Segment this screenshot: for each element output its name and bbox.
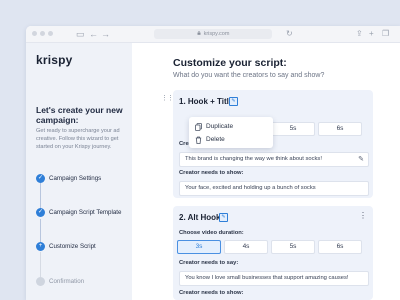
check-icon: ✓ bbox=[36, 174, 45, 183]
show-label: Creator needs to show: bbox=[179, 290, 244, 296]
show-value: Your face, excited and holding up a bunc… bbox=[185, 185, 316, 191]
plus-icon[interactable]: + bbox=[369, 28, 374, 40]
address-bar[interactable]: krispy.com bbox=[154, 29, 272, 39]
window-close-dot[interactable] bbox=[32, 31, 37, 36]
show-label: Creator needs to show: bbox=[179, 170, 244, 176]
duration-option[interactable]: 4s bbox=[224, 240, 268, 254]
url-text: krispy.com bbox=[203, 31, 230, 37]
tabs-icon[interactable]: ❐ bbox=[382, 28, 389, 40]
sidebar-description: Get ready to supercharge your ad creativ… bbox=[36, 128, 120, 150]
say-field[interactable]: This brand is changing the way we think … bbox=[179, 152, 369, 167]
drag-handle-icon[interactable]: ⋮⋮ bbox=[161, 94, 174, 102]
menu-item-label: Duplicate bbox=[206, 123, 234, 130]
pencil-icon[interactable]: ✎ bbox=[353, 153, 364, 166]
hook-title: 2. Alt Hook bbox=[179, 213, 221, 222]
copy-icon bbox=[195, 123, 202, 131]
trash-icon bbox=[195, 136, 202, 144]
arrow-right-icon[interactable]: → bbox=[101, 28, 110, 40]
arrow-left-icon[interactable]: ← bbox=[89, 28, 98, 40]
step-label: Customize Script bbox=[49, 243, 96, 250]
duration-option[interactable]: 5s bbox=[271, 240, 315, 254]
step-label: Confirmation bbox=[49, 278, 85, 285]
step-label: Campaign Settings bbox=[49, 175, 102, 182]
edit-title-icon[interactable]: ✎ bbox=[229, 97, 238, 106]
say-value: This brand is changing the way we think … bbox=[185, 156, 322, 162]
duration-option[interactable]: 6s bbox=[318, 240, 362, 254]
say-value: You know I love small businesses that su… bbox=[185, 275, 349, 281]
duration-option[interactable]: 6s bbox=[318, 122, 362, 136]
reload-icon[interactable]: ↻ bbox=[286, 28, 293, 40]
pending-dot-icon bbox=[36, 277, 45, 286]
lock-icon bbox=[197, 31, 201, 35]
sidebar-title: Let's create your new campaign: bbox=[36, 105, 123, 125]
sidebar-toggle-icon[interactable]: ▭ bbox=[76, 28, 85, 40]
say-field[interactable]: You know I love small businesses that su… bbox=[179, 271, 369, 286]
main-content: Customize your script: What do you want … bbox=[132, 43, 400, 300]
window-minimize-dot[interactable] bbox=[40, 31, 45, 36]
browser-toolbar: ▭ ← → krispy.com ↻ ⇪ + ❐ bbox=[26, 26, 400, 43]
plus-icon: + bbox=[36, 242, 45, 251]
context-menu: Duplicate Delete bbox=[189, 117, 273, 148]
step-label: Campaign Script Template bbox=[49, 209, 122, 216]
hook-title: 1. Hook + Title bbox=[179, 97, 234, 106]
show-field[interactable]: Your face, excited and holding up a bunc… bbox=[179, 181, 369, 196]
edit-title-icon[interactable]: ✎ bbox=[219, 213, 228, 222]
menu-item-label: Delete bbox=[206, 136, 225, 143]
step-connector bbox=[40, 252, 41, 277]
duration-option-selected[interactable]: 3s bbox=[177, 240, 221, 254]
share-icon[interactable]: ⇪ bbox=[356, 28, 363, 40]
more-options-icon[interactable]: ⋮ bbox=[359, 211, 367, 220]
menu-item-duplicate[interactable]: Duplicate bbox=[195, 122, 269, 134]
page-title: Customize your script: bbox=[173, 57, 287, 69]
browser-window: ▭ ← → krispy.com ↻ ⇪ + ❐ krispy Let's cr… bbox=[26, 26, 400, 300]
check-icon: ✓ bbox=[36, 208, 45, 217]
window-maximize-dot[interactable] bbox=[48, 31, 53, 36]
menu-item-delete[interactable]: Delete bbox=[195, 135, 269, 147]
page-subtitle: What do you want the creators to say and… bbox=[173, 72, 325, 79]
say-label: Creator needs to say: bbox=[179, 260, 239, 266]
wizard-sidebar: krispy Let's create your new campaign: G… bbox=[26, 43, 132, 300]
krispy-logo[interactable]: krispy bbox=[36, 53, 73, 67]
duration-label: Choose video duration: bbox=[179, 230, 244, 236]
hook-card-2: 2. Alt Hook ✎ ⋮ Choose video duration: 3… bbox=[173, 206, 373, 300]
duration-option[interactable]: 5s bbox=[271, 122, 315, 136]
